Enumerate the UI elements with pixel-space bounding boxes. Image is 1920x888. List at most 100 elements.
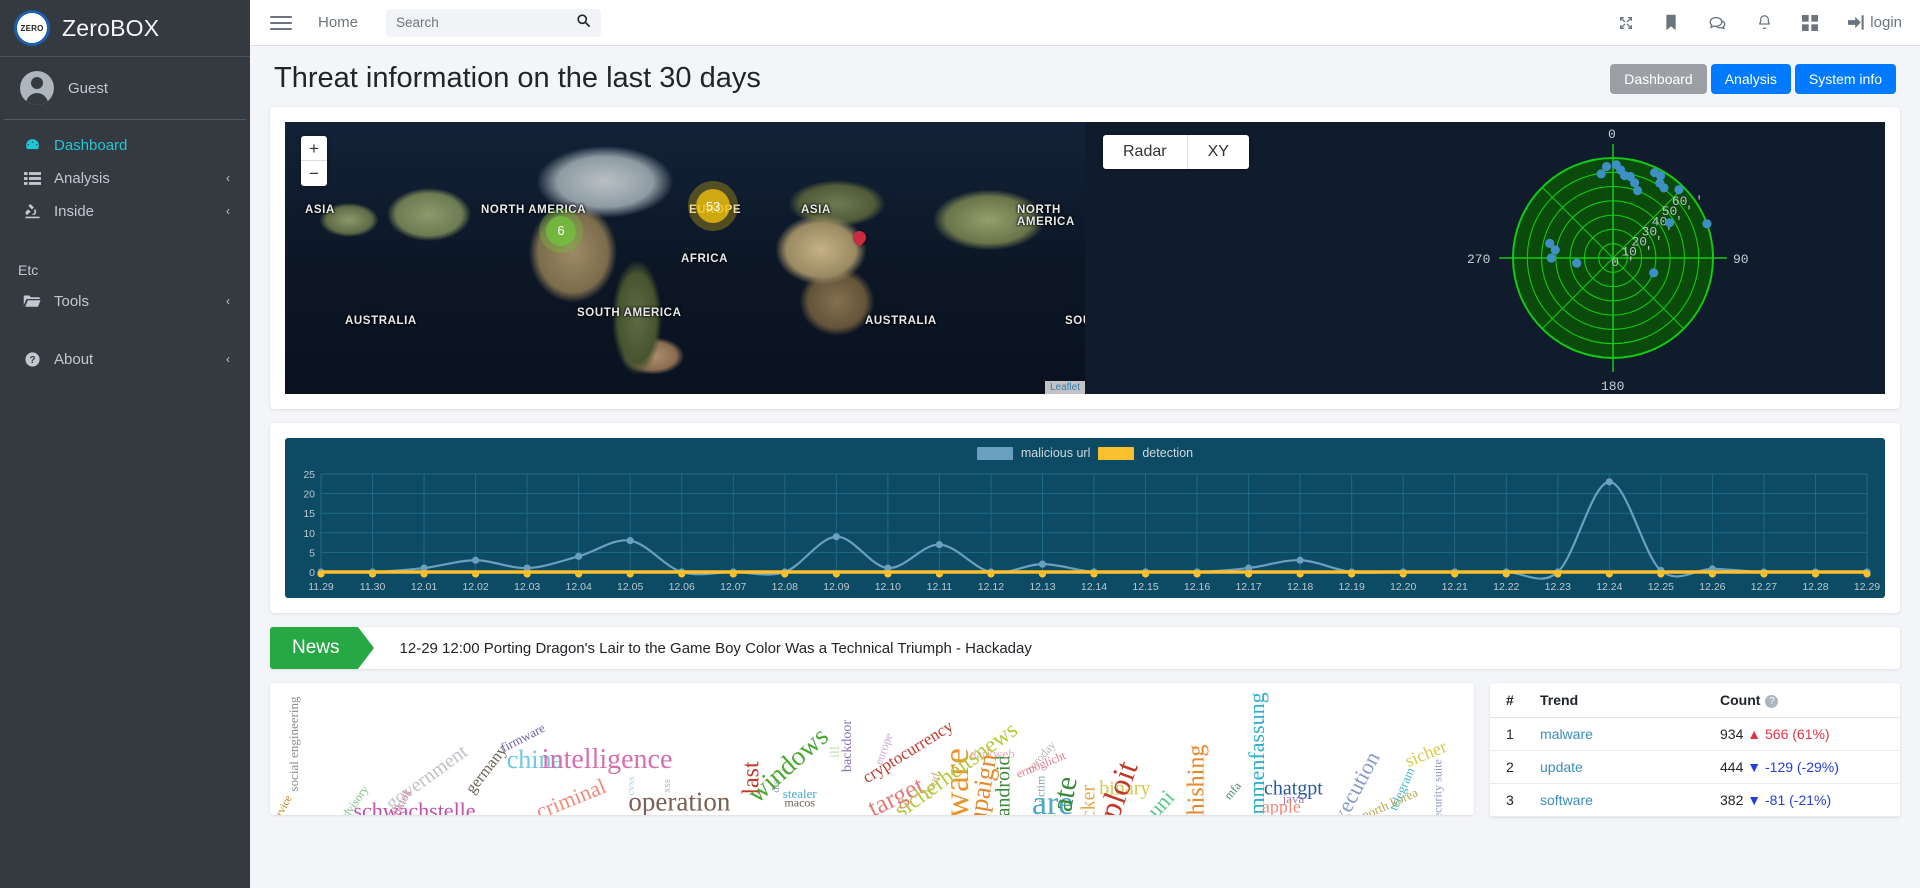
word-cloud-term[interactable]: backdoor (840, 720, 856, 772)
chart-data-point[interactable] (1141, 570, 1150, 578)
radar-data-point[interactable] (1702, 219, 1712, 229)
hamburger-icon[interactable] (270, 15, 292, 30)
legend-item-malicious-url[interactable]: malicious url (976, 446, 1090, 460)
bell-icon[interactable] (1757, 14, 1772, 31)
dashboard-button[interactable]: Dashboard (1610, 63, 1707, 94)
radar-data-point[interactable] (1596, 169, 1606, 179)
chart-data-point[interactable] (1245, 570, 1253, 578)
chart-data-point[interactable] (1296, 570, 1304, 578)
chart-data-point[interactable] (1399, 570, 1407, 578)
chart-data-point[interactable] (575, 552, 583, 560)
chart-data-point[interactable] (832, 533, 840, 541)
brand[interactable]: ZERO ZeroBOX (0, 0, 250, 57)
map-cluster-marker[interactable]: 6 (546, 215, 576, 246)
world-threat-map[interactable]: + − Leaflet ASIANORTH AMERICAEUROPEASIAN… (285, 122, 1085, 394)
radar-data-point[interactable] (1674, 185, 1684, 195)
sidebar-item-tools[interactable]: Tools ‹ (6, 285, 244, 317)
radar-data-point[interactable] (1572, 258, 1582, 268)
chart-data-point[interactable] (317, 570, 325, 578)
chart-data-point[interactable] (472, 570, 480, 578)
chart-data-point[interactable] (678, 570, 686, 578)
trend-link[interactable]: update (1540, 759, 1583, 775)
radar-data-point[interactable] (1545, 238, 1555, 248)
tab-radar[interactable]: Radar (1103, 135, 1187, 169)
chart-data-point[interactable] (1554, 570, 1562, 578)
chart-data-point[interactable] (1605, 570, 1613, 578)
map-cluster-marker[interactable]: 53 (696, 189, 730, 224)
search-box[interactable] (386, 8, 602, 37)
chart-data-point[interactable] (523, 570, 531, 578)
radar-data-point[interactable] (1629, 178, 1640, 188)
word-cloud-term[interactable]: mfa (1221, 779, 1244, 803)
question-circle-icon[interactable]: ? (1765, 695, 1779, 708)
chart-data-point[interactable] (1760, 570, 1768, 578)
threat-timeseries-chart[interactable]: 0 5 10 15 20 25 11.29 11.30 12.01 12.02 12.03 12.04… (285, 438, 1885, 598)
map-location-pin[interactable] (850, 228, 869, 247)
chart-data-point[interactable] (1038, 560, 1047, 568)
chart-data-point[interactable] (935, 540, 944, 549)
sidebar-item-inside[interactable]: Inside ‹ (6, 195, 244, 227)
word-cloud-term[interactable]: intelligence (542, 744, 673, 776)
word-cloud-term[interactable]: service (270, 793, 295, 815)
search-icon[interactable] (576, 13, 591, 33)
chart-data-point[interactable] (472, 556, 480, 564)
chart-data-point[interactable] (1708, 570, 1716, 578)
chart-data-point[interactable] (1657, 570, 1665, 578)
chart-data-point[interactable] (1296, 556, 1304, 564)
bookmark-icon[interactable] (1664, 14, 1678, 31)
keyword-word-cloud[interactable]: social engineering service advisory tiktok g… (270, 683, 1474, 815)
grid-icon[interactable] (1802, 14, 1819, 31)
news-headline[interactable]: 12-29 12:00 Porting Dragon's Lair to the… (358, 627, 1032, 669)
expand-icon[interactable] (1618, 15, 1634, 31)
table-row[interactable]: 1 malware 934 ▲ 566 (61%) (1490, 717, 1900, 751)
chart-data-point[interactable] (1451, 570, 1459, 578)
chart-data-point[interactable] (1348, 570, 1356, 578)
chart-data-point[interactable] (1863, 570, 1871, 578)
legend-item-detection[interactable]: detection (1098, 446, 1193, 460)
chart-data-point[interactable] (781, 570, 789, 578)
analysis-button[interactable]: Analysis (1710, 63, 1791, 94)
chart-data-point[interactable] (987, 570, 995, 578)
word-cloud-term[interactable]: macos (784, 796, 815, 811)
search-input[interactable] (396, 15, 577, 30)
radar-data-point[interactable] (1546, 253, 1556, 263)
radar-data-point[interactable] (1649, 268, 1659, 278)
radar-data-point[interactable] (1664, 218, 1675, 228)
chart-data-point[interactable] (935, 570, 944, 578)
trend-link[interactable]: software (1540, 792, 1593, 808)
word-cloud-term[interactable]: criminal (532, 773, 610, 815)
word-cloud-term[interactable]: ate (1045, 774, 1085, 814)
leaflet-attribution[interactable]: Leaflet (1044, 381, 1085, 394)
chart-data-point[interactable] (1193, 570, 1201, 578)
chart-data-point[interactable] (626, 570, 634, 578)
word-cloud-term[interactable]: apple (1262, 797, 1301, 815)
chart-data-point[interactable] (420, 570, 428, 578)
word-cloud-term[interactable]: operation (628, 786, 730, 815)
chart-data-point[interactable] (832, 570, 840, 578)
chart-data-point[interactable] (575, 570, 583, 578)
sidebar-item-analysis[interactable]: Analysis ‹ (6, 162, 244, 194)
word-cloud-term[interactable]: phishing (1184, 745, 1211, 815)
chart-data-point[interactable] (1090, 570, 1098, 578)
radar-data-point[interactable] (1602, 161, 1612, 172)
radar-data-point[interactable] (1659, 183, 1669, 193)
login-button[interactable]: login (1848, 14, 1902, 31)
tab-xy[interactable]: XY (1186, 135, 1249, 169)
radar-data-point[interactable] (1632, 186, 1643, 196)
news-ticker[interactable]: News 12-29 12:00 Porting Dragon's Lair t… (270, 627, 1900, 669)
chart-data-point[interactable] (1811, 570, 1820, 578)
chart-data-point[interactable] (884, 570, 892, 578)
sidebar-item-about[interactable]: ? About ‹ (6, 343, 244, 375)
word-cloud-term[interactable]: schwachstelle (353, 798, 475, 815)
chart-data-point[interactable] (729, 570, 737, 578)
word-cloud-term[interactable]: security suite (1430, 759, 1445, 815)
table-row[interactable]: 2 update 444 ▼ -129 (-29%) (1490, 750, 1900, 784)
sidebar-user[interactable]: Guest (4, 57, 246, 120)
radar-chart-panel[interactable]: Radar XY 0 ' 10 ' 20 ' 30 ' 40 ' 50 ' 60 ' 0 90 1… (1085, 122, 1885, 394)
sidebar-item-dashboard[interactable]: Dashboard (6, 129, 244, 161)
chart-data-point[interactable] (1605, 478, 1613, 486)
chart-data-point[interactable] (1502, 570, 1510, 578)
chart-data-point[interactable] (1038, 570, 1047, 578)
system-info-button[interactable]: System info (1794, 63, 1896, 94)
table-row[interactable]: 3 software 382 ▼ -81 (-21%) (1490, 783, 1900, 817)
